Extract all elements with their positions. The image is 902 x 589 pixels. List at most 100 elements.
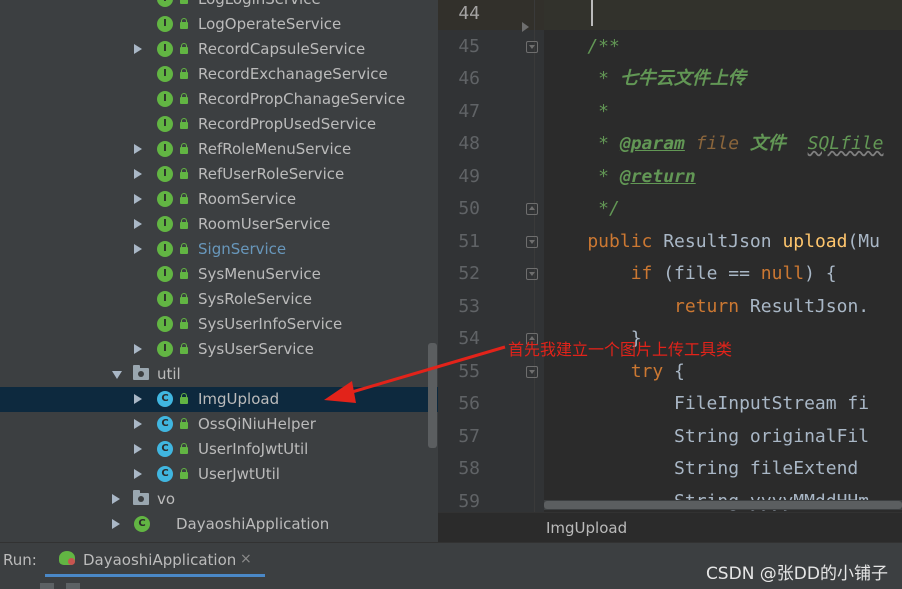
code-line[interactable]: * 七牛云文件上传 <box>544 65 746 97</box>
tree-item-logoperateservice[interactable]: I LogOperateService <box>0 12 438 37</box>
tree-item-refuserroleservice[interactable]: I RefUserRoleService <box>0 162 438 187</box>
line-number: 50 <box>458 198 480 219</box>
interface-icon: I <box>157 116 173 132</box>
tree-item-label: vo <box>157 490 176 508</box>
tree-item-recordpropusedservice[interactable]: I RecordPropUsedService <box>0 112 438 137</box>
lock-icon <box>180 193 188 204</box>
code-line[interactable]: */ <box>544 195 620 227</box>
code-editor[interactable]: 44 45 /** 46 * 七牛云文件上传 47 * 48 * @param file… <box>438 0 902 542</box>
chevron-right-icon[interactable] <box>134 244 142 254</box>
code-line[interactable]: return ResultJson. <box>544 293 869 325</box>
scrollbar-thumb[interactable] <box>544 501 902 509</box>
code-line[interactable]: FileInputStream fi <box>544 390 869 422</box>
tree-item-signservice[interactable]: I SignService <box>0 237 438 262</box>
tree-item-recordexchanageservice[interactable]: I RecordExchanageService <box>0 62 438 87</box>
code-line[interactable]: * @param file 文件 SQLfile <box>544 130 883 162</box>
fold-end-icon[interactable] <box>526 203 538 215</box>
tree-item-userjwtutil[interactable]: C UserJwtUtil <box>0 462 438 487</box>
line-number: 54 <box>458 328 480 349</box>
chevron-right-icon[interactable] <box>134 144 142 154</box>
chevron-right-icon[interactable] <box>112 494 120 504</box>
line-number: 53 <box>458 295 480 317</box>
code-line[interactable]: /** <box>544 33 620 65</box>
tree-item-sysroleservice[interactable]: I SysRoleService <box>0 287 438 312</box>
chevron-right-icon[interactable] <box>134 219 142 229</box>
code-line[interactable]: if (file == null) { <box>544 260 837 292</box>
lock-icon <box>180 118 188 129</box>
code-line[interactable]: * @return <box>544 163 696 195</box>
interface-icon: I <box>157 341 173 357</box>
lock-icon <box>180 43 188 54</box>
code-token: null <box>760 263 805 284</box>
editor-breadcrumb[interactable]: ImgUpload <box>438 512 902 542</box>
tree-item-roomservice[interactable]: I RoomService <box>0 187 438 212</box>
code-token: String originalFil <box>544 425 870 447</box>
tree-item-dayaoshiapplication[interactable]: C DayaoshiApplication <box>0 512 438 537</box>
tree-item-userinfojwtutil[interactable]: C UserInfoJwtUtil <box>0 437 438 462</box>
chevron-down-icon[interactable] <box>112 371 122 379</box>
chevron-right-icon[interactable] <box>134 344 142 354</box>
package-folder-icon <box>133 490 149 505</box>
tree-item-ossqiniuhelper[interactable]: C OssQiNiuHelper <box>0 412 438 437</box>
chevron-right-icon[interactable] <box>134 169 142 179</box>
code-line[interactable]: public ResultJson upload(Mu <box>544 228 880 260</box>
line-number: 56 <box>458 393 480 414</box>
chevron-right-icon[interactable] <box>134 44 142 54</box>
chevron-right-icon[interactable] <box>134 469 142 479</box>
tree-scrollbar[interactable] <box>428 343 437 448</box>
chevron-right-icon[interactable] <box>112 519 120 529</box>
chevron-right-icon[interactable] <box>134 194 142 204</box>
tree-item-sysuserservice[interactable]: I SysUserService <box>0 337 438 362</box>
code-token: SQLfile <box>807 133 884 154</box>
interface-icon: I <box>157 191 173 207</box>
fold-collapse-icon[interactable] <box>526 365 538 378</box>
editor-horizontal-scrollbar[interactable] <box>544 500 902 510</box>
tree-item-label: DayaoshiApplication <box>176 515 330 533</box>
code-line[interactable]: String originalFil <box>544 423 869 455</box>
tree-item-label: RoomUserService <box>198 215 331 233</box>
tree-item-label: RecordCapsuleService <box>198 40 366 58</box>
toolbar-icon[interactable] <box>66 583 80 589</box>
chevron-right-icon[interactable] <box>134 419 142 429</box>
chevron-right-icon[interactable] <box>134 444 142 454</box>
fold-collapse-icon[interactable] <box>526 268 538 280</box>
code-token: * <box>544 68 620 89</box>
close-icon[interactable]: × <box>240 551 252 567</box>
lock-icon <box>180 468 188 479</box>
run-tab-dayaoshi[interactable]: DayaoshiApplication × <box>45 543 265 577</box>
lock-icon <box>180 143 188 154</box>
code-token: @return <box>619 165 696 187</box>
tree-item-label: UserInfoJwtUtil <box>198 440 309 458</box>
interface-icon: I <box>157 241 173 257</box>
lock-icon <box>180 268 188 279</box>
class-icon: C <box>157 466 173 482</box>
text-caret <box>591 0 593 26</box>
tree-item-imgupload[interactable]: C ImgUpload <box>0 387 438 412</box>
tree-item-sysuserinfoservice[interactable]: I SysUserInfoService <box>0 312 438 337</box>
line-number: 45 <box>458 35 480 57</box>
fold-collapse-icon[interactable] <box>526 40 538 53</box>
code-token: (file == <box>663 263 761 284</box>
fold-collapse-icon[interactable] <box>526 235 538 248</box>
tree-item-label: LogLoginService <box>198 0 321 9</box>
class-icon: C <box>157 416 173 432</box>
toolbar-icon[interactable] <box>40 583 54 589</box>
chevron-right-icon[interactable] <box>134 394 142 404</box>
line-number: 46 <box>458 68 480 89</box>
tree-item-recordpropchanageservice[interactable]: I RecordPropChanageService <box>0 87 438 112</box>
tree-item-refrolemenuservice[interactable]: I RefRoleMenuService <box>0 137 438 162</box>
tree-item-logloginservice[interactable]: I LogLoginService <box>0 0 438 12</box>
tree-item-vo[interactable]: vo <box>0 487 438 512</box>
class-icon: C <box>157 391 173 407</box>
tree-item-roomuserservice[interactable]: I RoomUserService <box>0 212 438 237</box>
lock-icon <box>180 393 188 404</box>
interface-icon: I <box>157 166 173 182</box>
tree-item-sysmenuservice[interactable]: I SysMenuService <box>0 262 438 287</box>
tree-item-recordcapsuleservice[interactable]: I RecordCapsuleService <box>0 37 438 62</box>
breadcrumb-label[interactable]: ImgUpload <box>546 519 627 537</box>
tree-item-util[interactable]: util <box>0 362 438 387</box>
code-line[interactable]: * <box>544 98 609 130</box>
code-line[interactable]: try { <box>544 358 685 390</box>
line-number: 51 <box>458 230 480 252</box>
code-line[interactable]: String fileExtend <box>544 455 869 487</box>
